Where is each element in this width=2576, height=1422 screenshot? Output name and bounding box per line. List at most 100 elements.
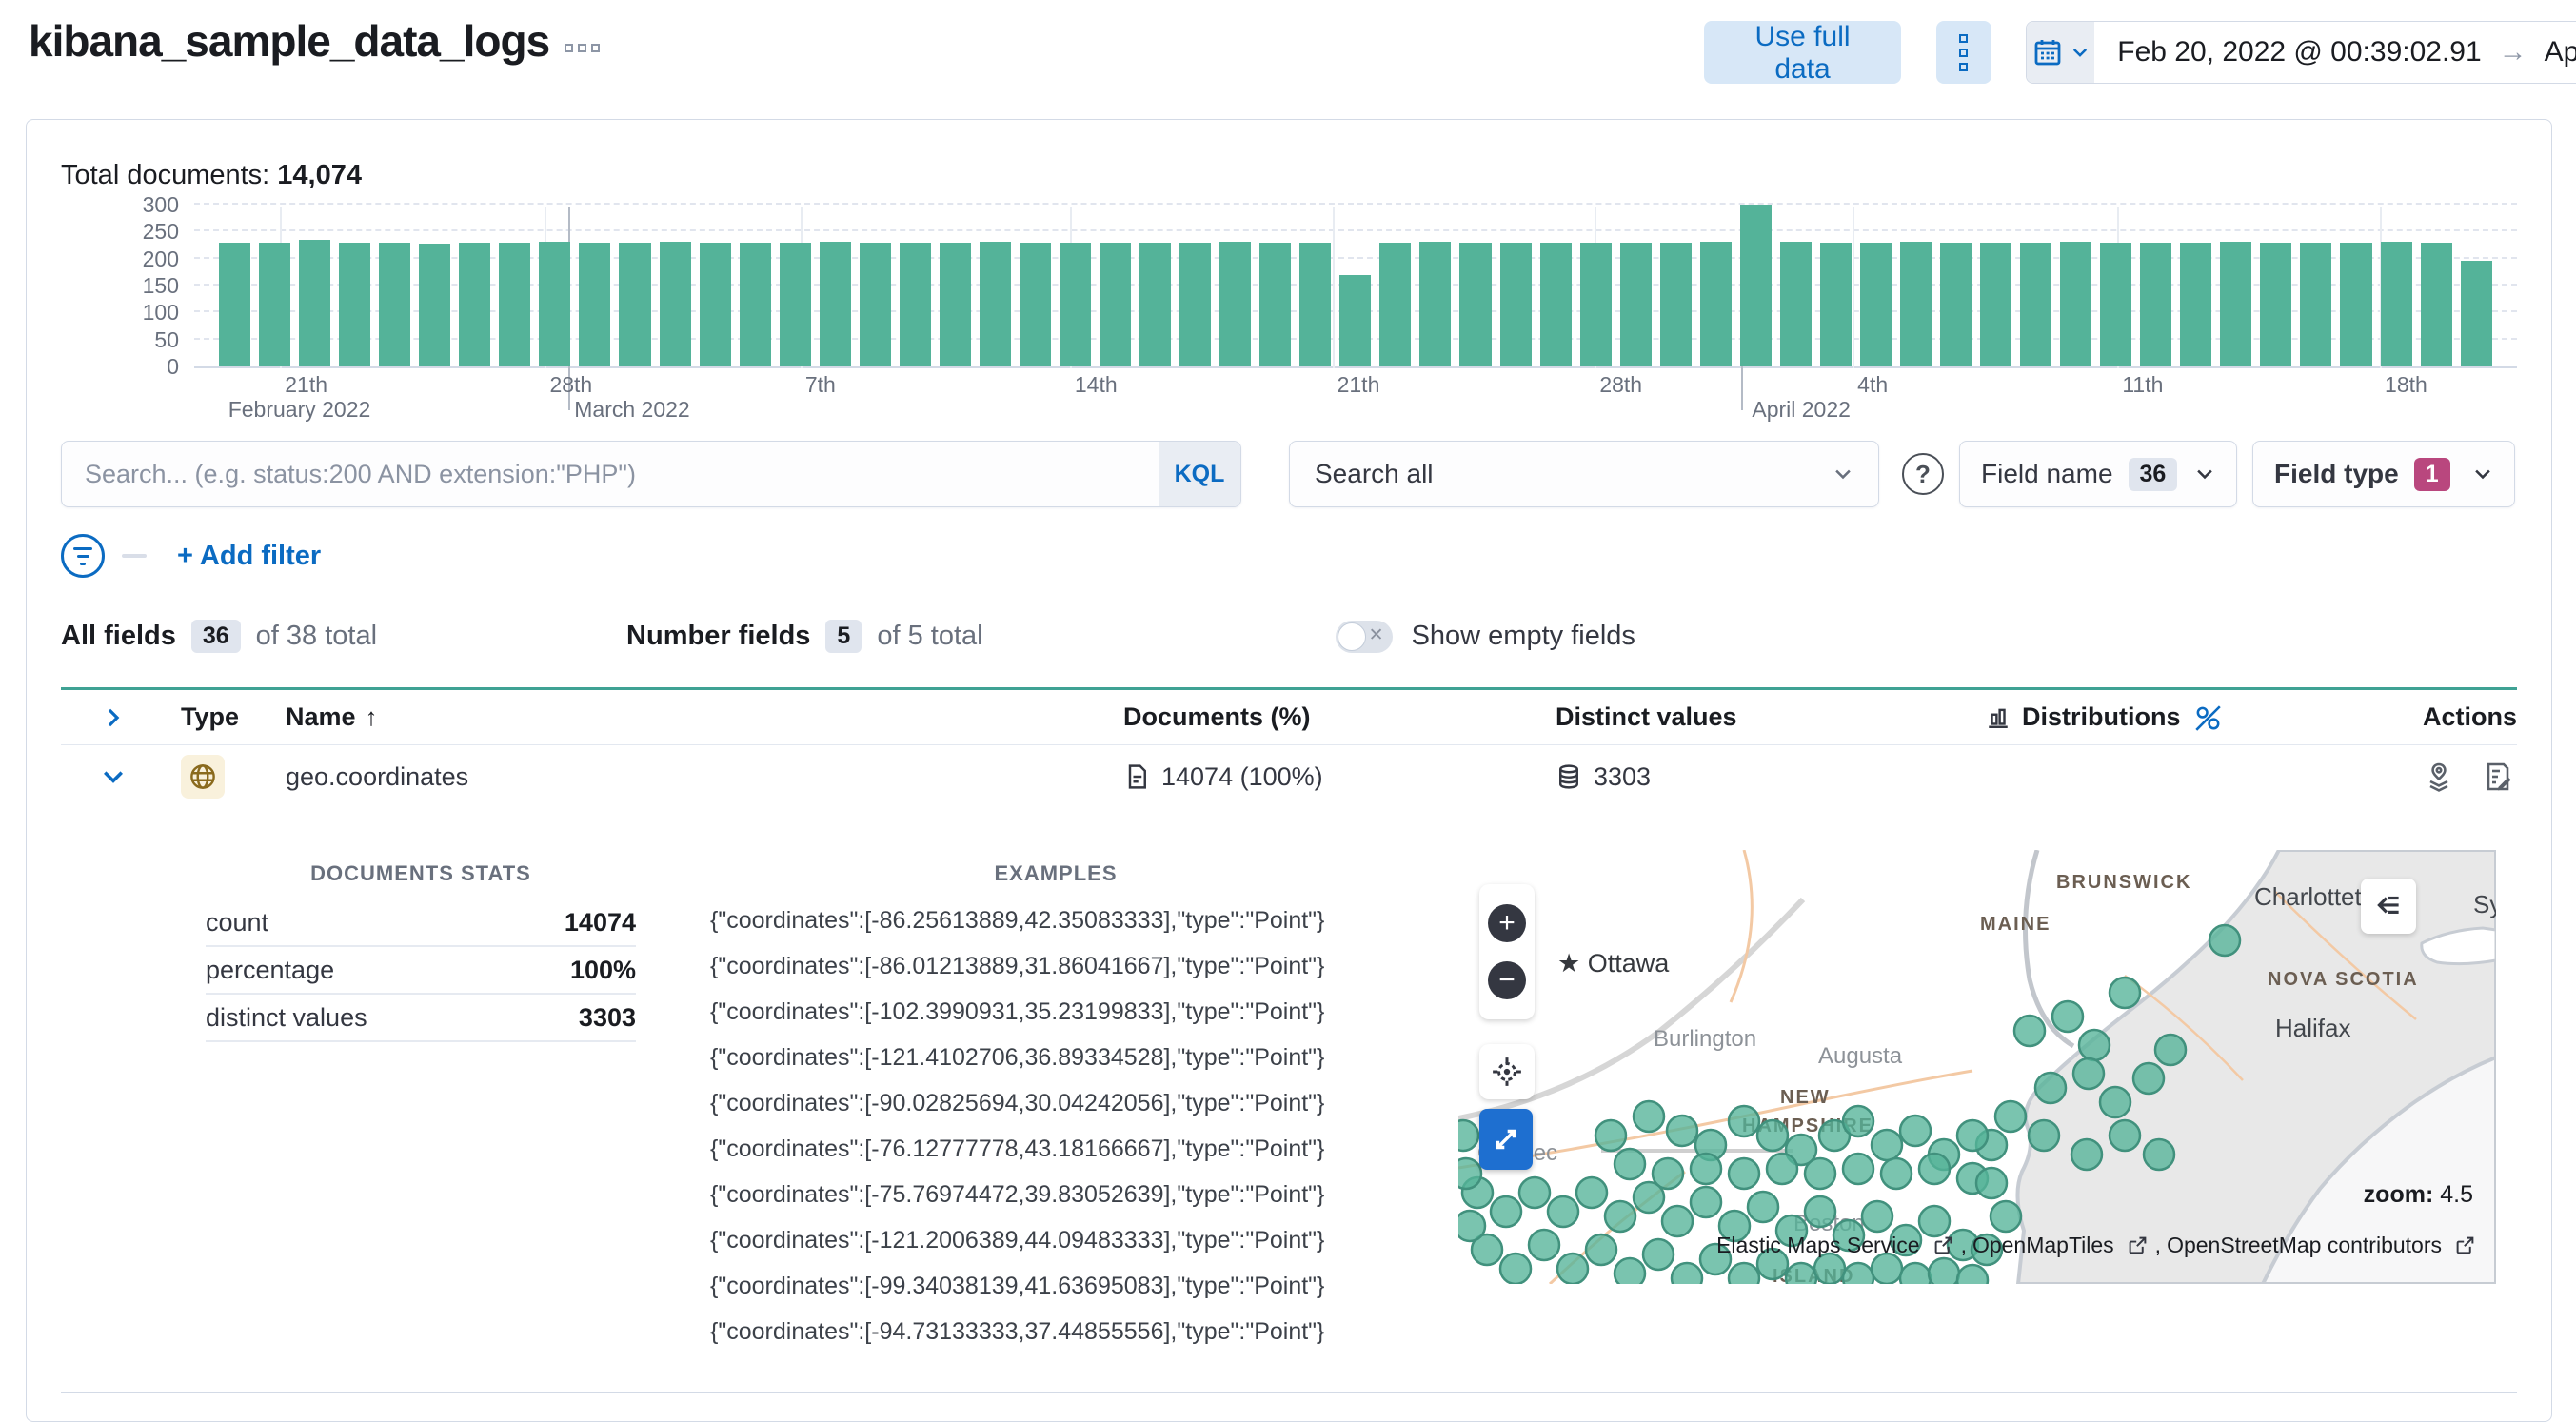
geo-point-dot bbox=[1727, 1104, 1761, 1138]
zoom-out-button[interactable]: − bbox=[1488, 961, 1526, 1000]
attribution-link[interactable]: OpenMapTiles bbox=[1972, 1233, 2114, 1258]
column-header-type: Type bbox=[181, 702, 240, 731]
histogram-bar bbox=[2380, 242, 2412, 366]
total-documents: Total documents: 14,074 bbox=[61, 160, 362, 190]
field-name[interactable]: geo.coordinates bbox=[270, 762, 1108, 792]
number-fields-count-badge: 5 bbox=[825, 620, 862, 653]
hide-distributions-icon[interactable] bbox=[2192, 702, 2223, 733]
zoom-in-button[interactable]: + bbox=[1488, 903, 1526, 942]
geo-point-dot bbox=[1670, 1261, 1704, 1284]
external-link-icon bbox=[1934, 1236, 1952, 1254]
show-empty-fields-toggle[interactable]: ✕ bbox=[1335, 620, 1393, 653]
coordinates-map[interactable]: BRUNSWICKCharlottetownSyMAINE★ OttawaNOV… bbox=[1458, 850, 2496, 1284]
histogram-bar bbox=[2180, 243, 2212, 366]
calendar-dropdown-button[interactable] bbox=[2026, 22, 2095, 83]
geo-point-dot bbox=[2033, 1071, 2068, 1105]
geo-point-dot bbox=[1870, 1128, 1904, 1162]
example-item: {"coordinates":[-121.4102706,36.89334528… bbox=[710, 1044, 1325, 1071]
x-axis-month-label: March 2022 bbox=[574, 397, 690, 422]
geo-point-dot bbox=[1632, 1099, 1666, 1134]
geo-point-dot bbox=[2153, 1033, 2188, 1067]
histogram-bar bbox=[1499, 242, 1532, 366]
map-place-label: Augusta bbox=[1818, 1043, 1903, 1069]
map-place-label: NEW bbox=[1780, 1087, 1831, 1108]
field-type-dropdown[interactable]: Field type 1 bbox=[2252, 441, 2515, 507]
filter-options-icon[interactable] bbox=[61, 534, 105, 578]
geo-point-dot bbox=[1803, 1156, 1837, 1191]
histogram-bar bbox=[219, 242, 251, 366]
use-full-data-button[interactable]: Use full data bbox=[1704, 21, 1902, 85]
x-axis-month-label: February 2022 bbox=[228, 397, 371, 422]
histogram-bar bbox=[2260, 242, 2292, 366]
map-place-label: Halifax bbox=[2275, 1014, 2350, 1042]
x-axis-tick: 21th bbox=[1337, 372, 1380, 397]
date-range-end[interactable]: Apr 2 bbox=[2545, 36, 2576, 69]
fit-to-data-button[interactable] bbox=[1479, 1044, 1535, 1099]
x-axis-month-label: April 2022 bbox=[1752, 397, 1851, 422]
search-all-select[interactable]: Search all bbox=[1289, 441, 1879, 507]
search-input[interactable] bbox=[62, 459, 1159, 489]
documents-histogram: 0 50 100 150 200 250 300 bbox=[61, 192, 2517, 410]
field-name-dropdown[interactable]: Field name 36 bbox=[1959, 441, 2237, 507]
histogram-bar bbox=[1539, 243, 1572, 366]
geo-point-dot bbox=[2142, 1137, 2176, 1172]
histogram-bar bbox=[579, 243, 611, 366]
external-link-icon bbox=[2129, 1236, 2147, 1254]
kql-button[interactable]: KQL bbox=[1159, 442, 1240, 506]
geo-point-dot bbox=[1746, 1190, 1780, 1224]
histogram-bar bbox=[1339, 274, 1372, 366]
examples-title: EXAMPLES bbox=[994, 861, 1118, 885]
geo-point-dot bbox=[2012, 1014, 2047, 1048]
collapse-row-chevron-icon[interactable] bbox=[100, 763, 127, 790]
date-range-start[interactable]: Feb 20, 2022 @ 00:39:02.91 bbox=[2117, 36, 2481, 69]
histogram-bar bbox=[1619, 242, 1652, 366]
histogram-bar bbox=[379, 242, 411, 366]
collapse-legend-button[interactable] bbox=[2361, 879, 2416, 934]
histogram-bar bbox=[1139, 242, 1172, 366]
histogram-bar bbox=[2460, 260, 2492, 366]
geo-point-dot bbox=[1755, 1118, 1790, 1153]
add-filter-button[interactable]: + Add filter bbox=[177, 541, 321, 572]
index-options-icon[interactable] bbox=[565, 43, 601, 52]
x-axis-tick: 28th bbox=[549, 372, 593, 397]
histogram-bar bbox=[659, 242, 691, 366]
expand-all-chevron-icon[interactable] bbox=[101, 705, 126, 730]
example-item: {"coordinates":[-99.34038139,41.63695083… bbox=[710, 1273, 1325, 1299]
attribution-link[interactable]: OpenStreetMap contributors bbox=[2167, 1233, 2442, 1258]
edit-field-button[interactable] bbox=[2483, 761, 2513, 792]
histogram-bar bbox=[2020, 242, 2052, 366]
date-range-arrow-icon: → bbox=[2498, 36, 2527, 68]
column-header-actions: Actions bbox=[2422, 702, 2517, 731]
document-edit-icon bbox=[2487, 762, 2511, 791]
more-options-button[interactable] bbox=[1936, 21, 1991, 84]
histogram-bar bbox=[899, 243, 931, 366]
x-axis-tick: 18th bbox=[2385, 372, 2427, 397]
histogram-bar bbox=[339, 243, 371, 366]
sort-ascending-icon: ↑ bbox=[365, 702, 378, 731]
x-axis-tick: 7th bbox=[804, 372, 836, 397]
date-range-picker[interactable]: Feb 20, 2022 @ 00:39:02.91 → Apr 2 bbox=[2025, 21, 2576, 84]
geo-point-dot bbox=[1632, 1180, 1666, 1215]
search-bar: KQL bbox=[61, 441, 1241, 507]
histogram-bar bbox=[1980, 243, 2012, 366]
histogram-bar bbox=[819, 242, 851, 366]
histogram-bar bbox=[1100, 243, 1132, 366]
explore-in-maps-button[interactable] bbox=[2424, 761, 2454, 792]
attribution-link[interactable]: Elastic Maps Service bbox=[1716, 1233, 1919, 1258]
y-axis-tick: 50 bbox=[154, 326, 179, 352]
expand-map-button[interactable] bbox=[1479, 1109, 1533, 1170]
all-fields-summary: All fields 36 of 38 total bbox=[61, 620, 378, 653]
histogram-bar bbox=[1259, 242, 1292, 366]
x-axis-tick: 21th bbox=[285, 372, 328, 397]
bar-chart-icon bbox=[1989, 708, 2008, 728]
column-header-name[interactable]: Name ↑ bbox=[270, 702, 1108, 732]
histogram-bar bbox=[1059, 242, 1092, 366]
map-place-label: ★ Ottawa bbox=[1557, 949, 1670, 978]
map-attribution: Elastic Maps Service, OpenMapTiles, Open… bbox=[1716, 1233, 2477, 1258]
help-button[interactable]: ? bbox=[1902, 453, 1944, 495]
geo-point-dot bbox=[1575, 1175, 1609, 1210]
histogram-bar bbox=[459, 242, 491, 366]
histogram-bar bbox=[1899, 242, 1932, 366]
documents-stats-table: count 14074 percentage 100% distinct values 3… bbox=[206, 899, 636, 1042]
map-place-label: Sy bbox=[2473, 890, 2496, 918]
